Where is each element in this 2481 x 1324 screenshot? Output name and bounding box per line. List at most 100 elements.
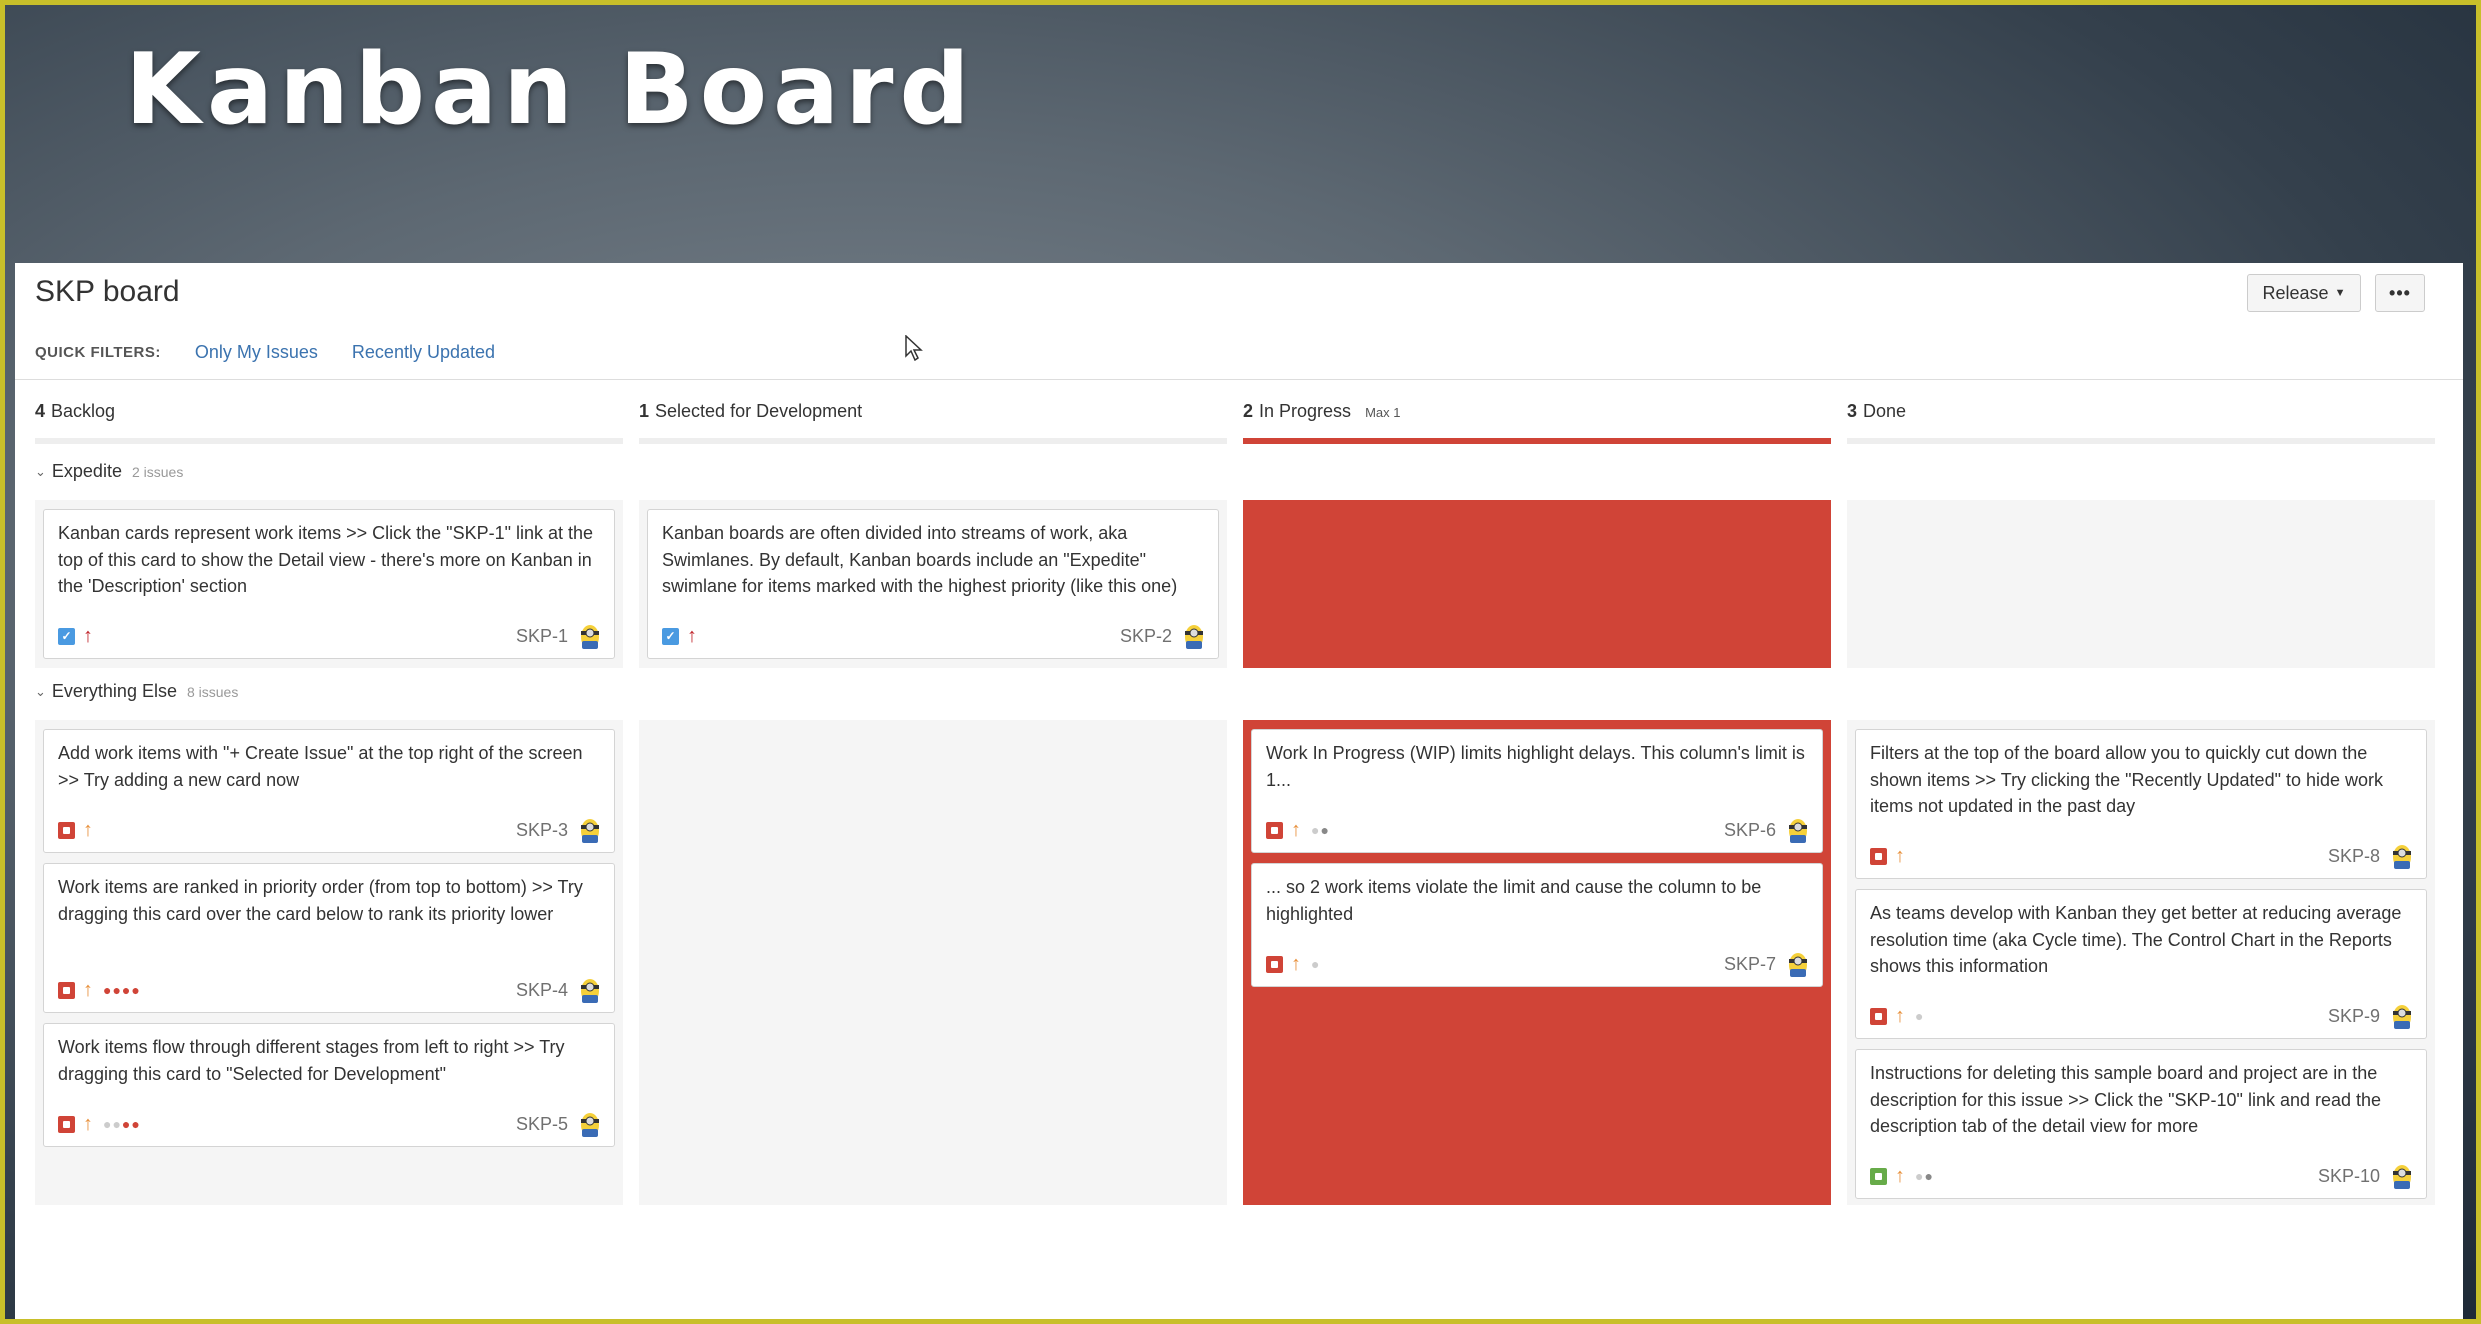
- column-header-selected: 1 Selected for Development: [639, 401, 1227, 431]
- swimlane-header-everything-else[interactable]: ⌄ Everything Else 8 issues: [35, 681, 238, 702]
- card-key-link[interactable]: SKP-4: [516, 980, 568, 1001]
- card-key-link[interactable]: SKP-8: [2328, 846, 2380, 867]
- cell-expedite-done: [1847, 500, 2435, 668]
- card-footer: ✓ ↑ SKP-2: [662, 622, 1206, 650]
- quick-filters-label: QUICK FILTERS:: [35, 343, 161, 361]
- column-bar-done: [1847, 438, 2435, 444]
- header-divider: [15, 379, 2463, 380]
- release-button[interactable]: Release ▼: [2247, 274, 2361, 312]
- assignee-avatar-icon: [1185, 625, 1203, 649]
- priority-high-icon: ↑: [1895, 844, 1905, 867]
- column-header-in-progress: 2 In Progress Max 1: [1243, 401, 1831, 431]
- card-key-link[interactable]: SKP-6: [1724, 820, 1776, 841]
- card-summary: ... so 2 work items violate the limit an…: [1266, 877, 1762, 924]
- priority-high-icon: ↑: [1895, 1004, 1905, 1027]
- days-in-column-dots-icon: ●●: [1311, 822, 1330, 838]
- card-skp-1[interactable]: Kanban cards represent work items >> Cli…: [43, 509, 615, 659]
- card-summary: Instructions for deleting this sample bo…: [1870, 1063, 2382, 1136]
- quick-filter-recently-updated[interactable]: Recently Updated: [352, 342, 495, 363]
- assignee-avatar-icon: [1789, 819, 1807, 843]
- card-skp-4[interactable]: Work items are ranked in priority order …: [43, 863, 615, 1013]
- priority-high-icon: ↑: [1291, 818, 1301, 841]
- bug-type-icon: [1266, 955, 1283, 973]
- card-key-link[interactable]: SKP-10: [2318, 1166, 2380, 1187]
- cell-everything-selected: [639, 720, 1227, 1205]
- card-summary: Work items flow through different stages…: [58, 1037, 565, 1084]
- bug-type-icon: [1266, 821, 1283, 839]
- days-in-column-dots-icon: ●: [1311, 956, 1321, 972]
- card-skp-7[interactable]: ... so 2 work items violate the limit an…: [1251, 863, 1823, 987]
- assignee-avatar-icon: [581, 625, 599, 649]
- bug-type-icon: [1870, 1007, 1887, 1025]
- quick-filter-only-my-issues[interactable]: Only My Issues: [195, 342, 318, 363]
- swimlane-header-expedite[interactable]: ⌄ Expedite 2 issues: [35, 461, 183, 482]
- card-footer: ↑ ●●●● SKP-4: [58, 976, 602, 1004]
- card-skp-9[interactable]: As teams develop with Kanban they get be…: [1855, 889, 2427, 1039]
- days-in-column-dots-icon: ●●●●: [103, 982, 141, 998]
- days-in-column-dots-icon: ●●●●: [103, 1116, 141, 1132]
- quick-filters: QUICK FILTERS: Only My Issues Recently U…: [35, 337, 495, 367]
- assignee-avatar-icon: [2393, 845, 2411, 869]
- card-summary: Filters at the top of the board allow yo…: [1870, 743, 2384, 816]
- priority-high-icon: ↑: [1291, 952, 1301, 975]
- task-type-icon: ✓: [58, 627, 75, 645]
- story-type-icon: [1870, 1167, 1887, 1185]
- card-skp-5[interactable]: Work items flow through different stages…: [43, 1023, 615, 1147]
- swimlane-issue-count: 8 issues: [186, 683, 239, 700]
- column-name: In Progress: [1259, 401, 1352, 421]
- card-summary: Kanban cards represent work items >> Cli…: [58, 523, 594, 596]
- slide-frame: Kanban Board SKP board QUICK FILTERS: On…: [0, 0, 2481, 1324]
- column-header-done: 3 Done: [1847, 401, 2435, 431]
- card-key-link[interactable]: SKP-1: [516, 626, 568, 647]
- bug-type-icon: [58, 821, 75, 839]
- card-footer: ↑ ● SKP-9: [1870, 1002, 2414, 1030]
- column-bar-in-progress-exceeded: [1243, 438, 1831, 444]
- card-summary: Kanban boards are often divided into str…: [662, 523, 1178, 596]
- card-skp-2[interactable]: Kanban boards are often divided into str…: [647, 509, 1219, 659]
- card-summary: As teams develop with Kanban they get be…: [1870, 903, 2402, 976]
- priority-high-icon: ↑: [83, 818, 93, 841]
- card-key-link[interactable]: SKP-5: [516, 1114, 568, 1135]
- column-name: Selected for Development: [655, 401, 863, 421]
- column-name: Done: [1863, 401, 1907, 421]
- assignee-avatar-icon: [2393, 1005, 2411, 1029]
- column-bar-backlog: [35, 438, 623, 444]
- assignee-avatar-icon: [1789, 953, 1807, 977]
- priority-high-icon: ↑: [83, 978, 93, 1001]
- card-footer: ↑ ●●●● SKP-5: [58, 1110, 602, 1138]
- card-skp-3[interactable]: Add work items with "+ Create Issue" at …: [43, 729, 615, 853]
- card-skp-10[interactable]: Instructions for deleting this sample bo…: [1855, 1049, 2427, 1199]
- card-key-link[interactable]: SKP-9: [2328, 1006, 2380, 1027]
- card-footer: ↑ ● SKP-7: [1266, 950, 1810, 978]
- card-key-link[interactable]: SKP-7: [1724, 954, 1776, 975]
- assignee-avatar-icon: [581, 1113, 599, 1137]
- card-summary: Work In Progress (WIP) limits highlight …: [1266, 743, 1805, 790]
- priority-highest-icon: ↑: [83, 624, 93, 647]
- assignee-avatar-icon: [581, 819, 599, 843]
- chevron-down-icon: ⌄: [35, 683, 46, 699]
- card-footer: ↑ ●● SKP-6: [1266, 816, 1810, 844]
- column-name: Backlog: [51, 401, 116, 421]
- swimlane-name: Expedite: [51, 461, 122, 481]
- board-title: SKP board: [35, 275, 180, 308]
- mouse-cursor-icon: [905, 335, 923, 361]
- swimlane-name: Everything Else: [51, 681, 177, 701]
- priority-high-icon: ↑: [1895, 1164, 1905, 1187]
- column-count: 3: [1847, 401, 1858, 421]
- more-actions-button[interactable]: •••: [2375, 274, 2425, 312]
- priority-highest-icon: ↑: [687, 624, 697, 647]
- card-footer: ↑ SKP-3: [58, 816, 602, 844]
- kanban-board: SKP board QUICK FILTERS: Only My Issues …: [15, 263, 2463, 1319]
- card-key-link[interactable]: SKP-3: [516, 820, 568, 841]
- release-button-label: Release: [2262, 282, 2329, 303]
- cell-expedite-in-progress: [1243, 500, 1831, 668]
- priority-high-icon: ↑: [83, 1112, 93, 1135]
- card-skp-6[interactable]: Work In Progress (WIP) limits highlight …: [1251, 729, 1823, 853]
- column-max-limit: Max 1: [1365, 405, 1401, 420]
- days-in-column-dots-icon: ●: [1915, 1008, 1925, 1024]
- card-key-link[interactable]: SKP-2: [1120, 626, 1172, 647]
- caret-down-icon: ▼: [2334, 287, 2346, 299]
- card-summary: Work items are ranked in priority order …: [58, 877, 583, 924]
- card-skp-8[interactable]: Filters at the top of the board allow yo…: [1855, 729, 2427, 879]
- card-footer: ↑ ●● SKP-10: [1870, 1162, 2414, 1190]
